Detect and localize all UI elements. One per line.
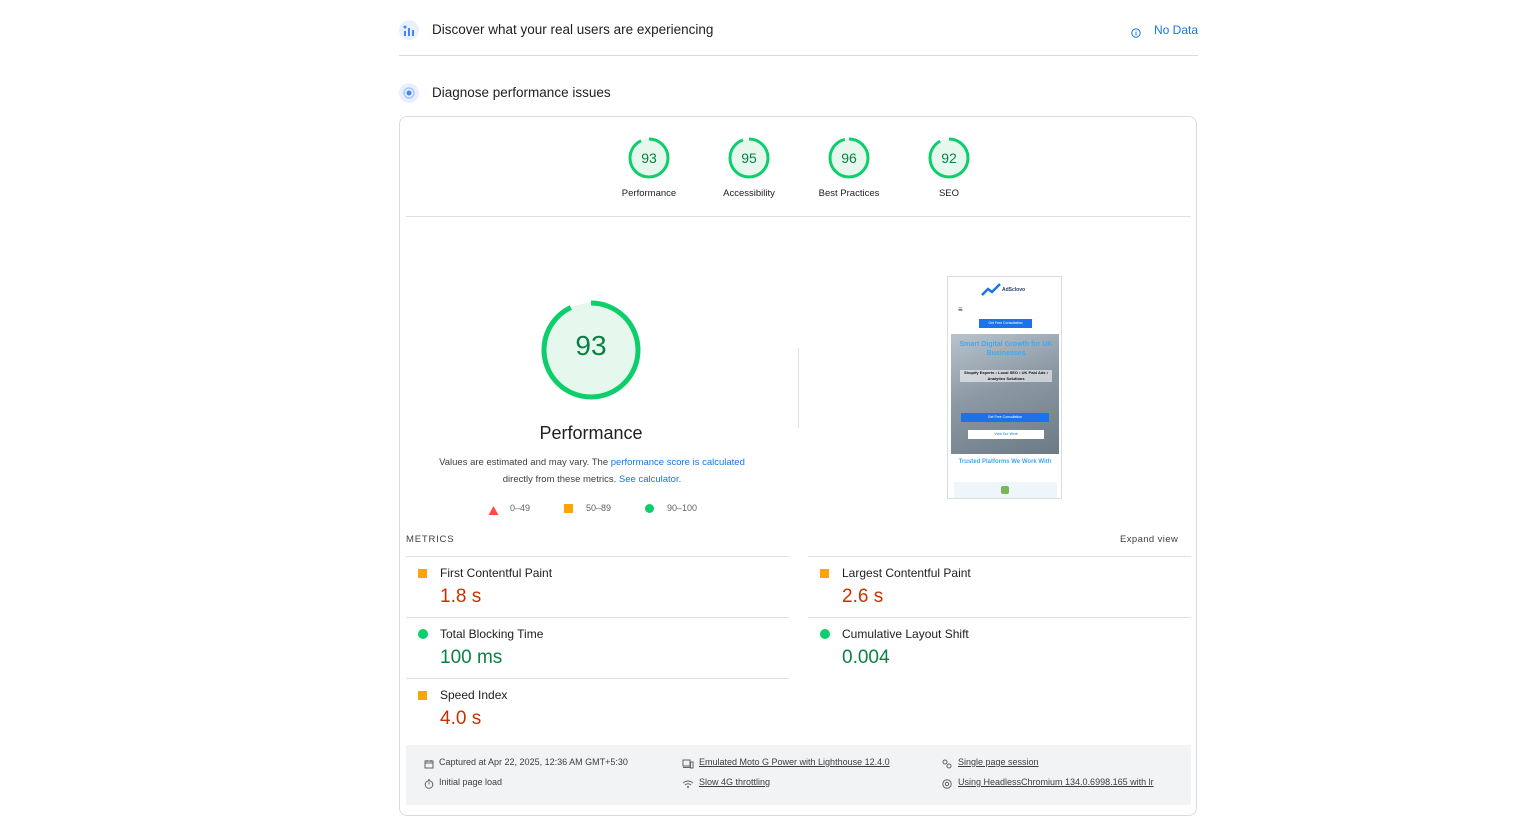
gauge-label: Best Practices — [818, 188, 880, 199]
metric-divider — [406, 678, 789, 679]
score-description: Values are estimated and may vary. The p… — [411, 454, 773, 488]
metric-value: 4.0 s — [440, 708, 482, 729]
lab-data-title: Diagnose performance issues — [432, 85, 611, 100]
shot-headline: Smart Digital Growth for UK Businesses — [959, 341, 1053, 357]
legend-average: 50–89 — [586, 503, 612, 513]
metric-name: Speed Index — [440, 688, 508, 702]
gauge-label: SEO — [938, 188, 960, 199]
metrics-label: METRICS — [406, 534, 455, 545]
runtime-settings — [406, 745, 1191, 805]
gauge-label: Performance — [621, 188, 677, 199]
metric-divider — [808, 617, 1191, 618]
metric-value: 1.8 s — [440, 586, 482, 607]
metric-divider — [406, 556, 789, 557]
shot-sub: Shopify Experts • Local SEO • UK Paid Ad… — [960, 370, 1052, 382]
shot-brand: AdSclovo — [1002, 287, 1026, 293]
browser-version[interactable]: Using HeadlessChromium 134.0.6998.165 wi… — [958, 777, 1191, 787]
calendar-icon — [424, 756, 434, 769]
legend-poor: 0–49 — [510, 503, 531, 513]
lab-data-icon — [398, 82, 420, 104]
timer-icon — [424, 776, 434, 789]
triangle-icon — [488, 503, 499, 515]
vertical-divider — [798, 348, 799, 428]
shot-btn2: View Our Work — [968, 430, 1044, 439]
chrome-icon — [942, 776, 952, 789]
main-score-label: Performance — [539, 423, 643, 443]
gauge-score: 95 — [741, 150, 757, 166]
metric-value: 100 ms — [440, 647, 503, 668]
shot-trusted: Trusted Platforms We Work With — [958, 459, 1052, 465]
gauges-divider — [406, 216, 1191, 217]
wifi-icon — [682, 776, 694, 788]
metric-divider — [406, 617, 789, 618]
field-data-title: Discover what your real users are experi… — [432, 22, 714, 37]
metric-name: First Contentful Paint — [440, 566, 553, 580]
section-divider — [399, 55, 1198, 56]
session-type[interactable]: Single page session — [958, 757, 1039, 767]
captured-at: Captured at Apr 22, 2025, 12:36 AM GMT+5… — [439, 757, 628, 767]
legend-good: 90–100 — [667, 503, 698, 513]
circle-icon — [645, 504, 654, 513]
desc-text: directly from these metrics. — [502, 474, 619, 485]
field-data-icon — [398, 19, 420, 41]
info-icon[interactable] — [1131, 25, 1141, 38]
metric-value: 2.6 s — [842, 586, 884, 607]
field-data-status[interactable]: No Data — [1154, 23, 1198, 37]
square-icon — [418, 569, 427, 578]
shot-btn1: Get Free Consultation — [961, 413, 1049, 422]
circle-icon — [418, 629, 428, 639]
gauge-score: 96 — [841, 150, 857, 166]
page-screenshot[interactable]: AdSclovo ≡ Get Free Consultation Smart D… — [947, 276, 1062, 499]
emulated-device[interactable]: Emulated Moto G Power with Lighthouse 12… — [699, 757, 890, 767]
shot-cta: Get Free Consultation — [979, 319, 1032, 328]
metric-value: 0.004 — [842, 647, 890, 668]
square-icon — [418, 691, 427, 700]
metric-name: Total Blocking Time — [440, 627, 544, 641]
gauge-score: 92 — [941, 150, 957, 166]
menu-icon: ≡ — [958, 305, 963, 314]
metric-name: Cumulative Layout Shift — [842, 627, 969, 641]
square-icon — [564, 504, 573, 513]
metric-name: Largest Contentful Paint — [842, 566, 971, 580]
shopify-icon — [1001, 486, 1009, 494]
session-icon — [942, 756, 952, 769]
logo-icon — [981, 283, 1001, 297]
page-load-type: Initial page load — [439, 777, 503, 787]
gauge-label: Accessibility — [723, 188, 775, 199]
circle-icon — [820, 629, 830, 639]
metric-divider — [808, 556, 1191, 557]
device-icon — [682, 756, 694, 769]
gauge-score: 93 — [641, 150, 657, 166]
score-calculated-link[interactable]: performance score is calculated — [611, 457, 745, 468]
desc-text: Values are estimated and may vary. The — [439, 457, 611, 468]
square-icon — [820, 569, 829, 578]
network-throttling[interactable]: Slow 4G throttling — [699, 777, 770, 787]
main-score: 93 — [575, 330, 607, 361]
expand-view-toggle[interactable]: Expand view — [1120, 534, 1178, 545]
see-calculator-link[interactable]: See calculator. — [619, 474, 681, 485]
